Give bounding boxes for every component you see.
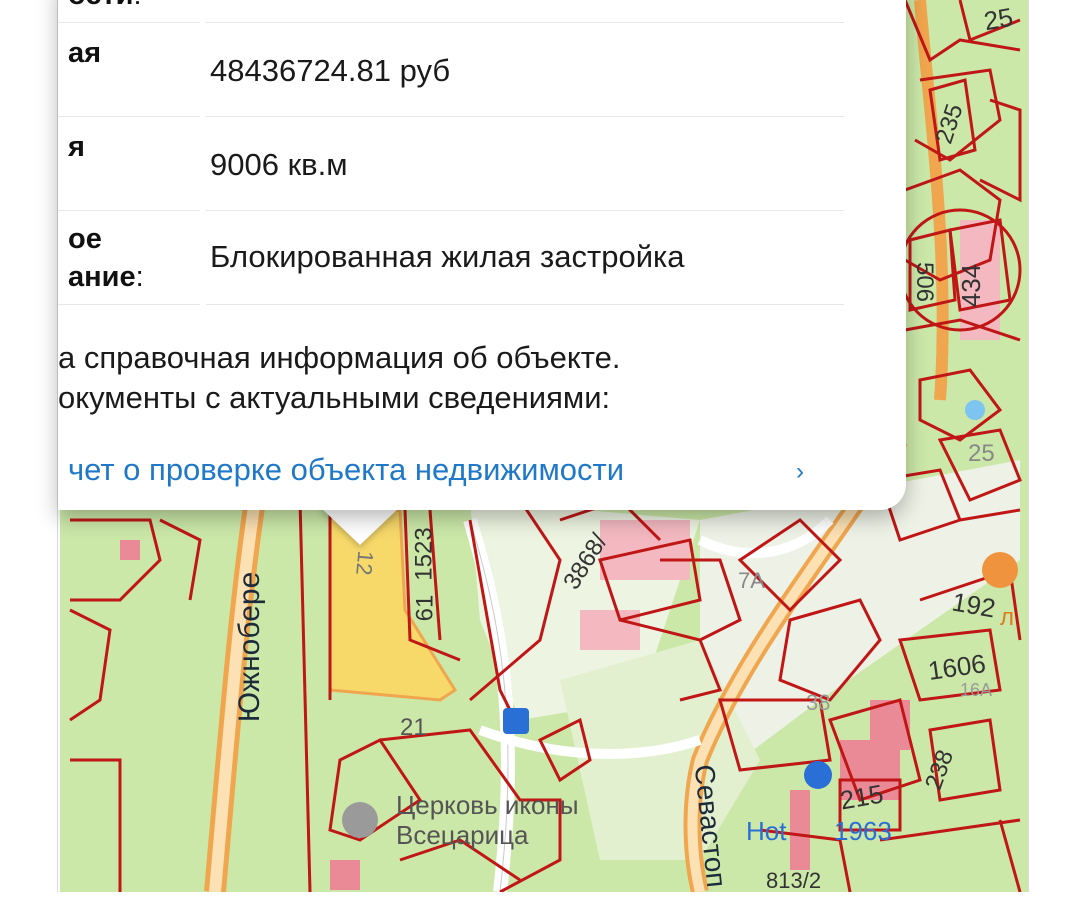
- parcel-label: 21: [400, 714, 427, 741]
- label-fragment-top: ости:: [68, 0, 142, 14]
- value-cadastral-value: 48436724.81 руб: [210, 53, 451, 88]
- row-divider: [58, 116, 200, 117]
- left-frame: [0, 0, 60, 892]
- row-divider: [206, 116, 844, 117]
- parcel-label: 12: [351, 549, 379, 577]
- poi-church-line1: Церковь иконы: [396, 790, 579, 820]
- poi-hotel-year: 1963: [834, 816, 892, 846]
- row-divider: [206, 210, 844, 211]
- chevron-right-icon: ›: [796, 458, 804, 485]
- label-permitted-use-line1: ое: [68, 223, 102, 255]
- row-divider: [206, 304, 844, 305]
- poi-church-line2: Всецарица: [396, 820, 529, 850]
- parcel-label: 38: [806, 690, 831, 715]
- label-area: я: [68, 131, 85, 163]
- parcel-label: 434: [956, 263, 987, 308]
- reference-note-line1: а справочная информация об объекте.: [58, 340, 621, 375]
- parcel-label: 16А: [960, 680, 993, 700]
- row-divider: [206, 22, 844, 23]
- right-frame: [1028, 0, 1086, 892]
- parcel-label: 506: [911, 261, 939, 303]
- reference-note-line2: окументы с актуальными сведениями:: [58, 380, 611, 415]
- row-divider: [58, 22, 200, 23]
- value-permitted-use: Блокированная жилая застройка: [210, 239, 685, 274]
- property-check-report-link[interactable]: чет о проверке объекта недвижимости: [68, 450, 624, 490]
- parcel-label: 1523: [410, 527, 438, 581]
- popup-table: ости: ая 48436724.81 руб я 9006 кв.м ое …: [58, 0, 906, 330]
- poi-church-label: Церковь иконы Всецарица: [396, 790, 579, 850]
- parcel-label: 61: [411, 594, 439, 622]
- parcel-label: 25: [981, 1, 1016, 37]
- row-divider: [58, 210, 200, 211]
- popup-pointer: [318, 505, 402, 545]
- parcel-label: 813/2: [766, 868, 822, 893]
- row-divider: [58, 304, 200, 305]
- poi-label-fragment: л: [1000, 604, 1015, 631]
- poi-hotel-label: Hot: [746, 816, 787, 846]
- parcel-info-popup: ости: ая 48436724.81 руб я 9006 кв.м ое …: [58, 0, 906, 510]
- parcel-label: 25: [968, 440, 995, 467]
- street-label-yuzhnobereg: Южнобере: [233, 571, 266, 723]
- value-area: 9006 кв.м: [210, 147, 348, 182]
- label-permitted-use-line2: ание:: [68, 261, 144, 293]
- label-cadastral-value: ая: [68, 37, 102, 69]
- parcel-label: 7А: [738, 568, 765, 593]
